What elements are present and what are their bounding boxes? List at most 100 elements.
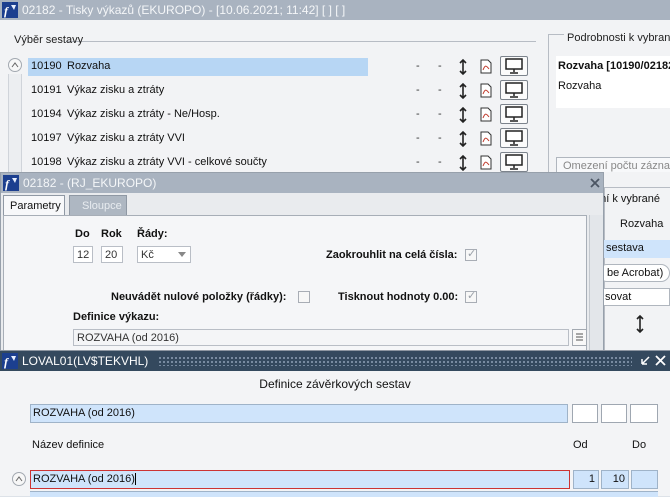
- report-row-10190[interactable]: 10190 Rozvaha: [28, 58, 368, 76]
- pdf-icon[interactable]: [480, 83, 492, 98]
- text-cursor: [134, 473, 136, 486]
- scroll-up-button[interactable]: [12, 472, 26, 486]
- report-selection-window: f 02182 - Tisky výkazů (EKUROPO) - [10.0…: [0, 0, 670, 180]
- preview-button[interactable]: [500, 56, 528, 76]
- details-label-2: Rozvaha: [620, 218, 664, 230]
- row-dash: -: [438, 156, 442, 168]
- units-select[interactable]: Kč: [137, 246, 191, 263]
- lov-result-row[interactable]: ROZVAHA (od 2016): [30, 470, 570, 489]
- report-row-10194[interactable]: 10194 Výkaz zisku a ztráty - Ne/Hosp.: [28, 106, 368, 124]
- report-code: 10191: [31, 84, 62, 96]
- lov-result-extra[interactable]: [631, 470, 658, 489]
- print-zero-checkbox[interactable]: [465, 289, 477, 303]
- section-title-details: Podrobnosti k vybranému: [564, 32, 670, 44]
- preview-button[interactable]: [500, 80, 528, 100]
- monitor-icon: [505, 58, 523, 74]
- lov-result-to[interactable]: 10: [601, 470, 629, 489]
- row-dash: -: [438, 108, 442, 120]
- column-header-to: Do: [632, 439, 647, 451]
- column-header-name: Název definice: [32, 439, 105, 451]
- chevron-down-icon: [178, 252, 186, 257]
- row-dash: -: [438, 60, 442, 72]
- scroll-up-button[interactable]: [8, 58, 22, 72]
- skip-zero-checkbox[interactable]: [298, 291, 310, 303]
- monitor-icon: [505, 82, 523, 98]
- move-vertical-icon[interactable]: [458, 106, 468, 124]
- move-vertical-icon[interactable]: [458, 58, 468, 76]
- monitor-icon: [505, 154, 523, 170]
- minimize-icon[interactable]: [640, 355, 651, 366]
- move-vertical-icon[interactable]: [458, 82, 468, 100]
- report-definition-field[interactable]: ROZVAHA (od 2016): [73, 329, 569, 346]
- label-skip-zero: Neuvádět nulové položky (řádky):: [111, 291, 287, 303]
- label-radky: Řády:: [137, 228, 168, 240]
- report-code: 10190: [31, 60, 62, 72]
- report-row-10198[interactable]: 10198 Výkaz zisku a ztráty VVI - celkové…: [28, 154, 368, 172]
- lov-result-name: ROZVAHA (od 2016): [33, 473, 135, 485]
- move-vertical-icon[interactable]: [634, 314, 646, 334]
- row-dash: -: [416, 132, 420, 144]
- parameters-window: f 02182 - (RJ_EKUROPO) Parametry Sloupce…: [0, 172, 604, 352]
- row-dash: -: [416, 156, 420, 168]
- lov-filter-box-3[interactable]: [630, 404, 658, 423]
- lov-filter-box-1[interactable]: [572, 404, 598, 423]
- label-report-definition: Definice výkazu:: [73, 311, 160, 323]
- list-of-values-button[interactable]: [572, 329, 587, 346]
- pdf-icon[interactable]: [480, 59, 492, 74]
- close-icon[interactable]: [589, 177, 601, 189]
- preview-button[interactable]: [500, 104, 528, 124]
- report-row-10191[interactable]: 10191 Výkaz zisku a ztráty: [28, 82, 368, 100]
- app-logo-icon: f: [2, 353, 18, 369]
- panel-scrollbar[interactable]: [589, 215, 603, 351]
- window-title: 02182 - (RJ_EKUROPO): [23, 176, 157, 190]
- preview-button[interactable]: [500, 128, 528, 148]
- list-icon: [576, 333, 583, 341]
- lov-next-row[interactable]: [30, 491, 658, 497]
- monitor-icon: [505, 130, 523, 146]
- move-vertical-icon[interactable]: [458, 154, 468, 172]
- lov-heading: Definice závěrkových sestav: [259, 377, 411, 391]
- list-scrollbar-track[interactable]: [8, 74, 22, 174]
- app-logo-icon: f: [3, 175, 19, 191]
- report-code: 10194: [31, 108, 62, 120]
- tab-columns[interactable]: Sloupce: [69, 195, 127, 215]
- move-vertical-icon[interactable]: [458, 130, 468, 148]
- title-drag-area[interactable]: [158, 356, 632, 366]
- units-select-value: Kč: [141, 249, 154, 261]
- report-name: Rozvaha: [67, 60, 111, 72]
- report-name: Výkaz zisku a ztráty: [67, 84, 165, 96]
- row-dash: -: [416, 108, 420, 120]
- close-icon[interactable]: [655, 355, 666, 366]
- year-field[interactable]: 20: [101, 246, 123, 263]
- preview-button[interactable]: [500, 152, 528, 172]
- list-of-values-window: f LOVAL01(LV$TEKVHL) Definice závěrkovýc…: [0, 350, 670, 497]
- row-dash: -: [416, 84, 420, 96]
- window-title: LOVAL01(LV$TEKVHL): [22, 354, 149, 368]
- window-title-bar: f 02182 - (RJ_EKUROPO): [1, 173, 603, 193]
- chevron-up-icon: [15, 476, 23, 482]
- details-title: Rozvaha [10190/02182]: [558, 60, 670, 72]
- pdf-icon[interactable]: [480, 131, 492, 146]
- row-dash: -: [416, 60, 420, 72]
- output-format-select[interactable]: be Acrobat): [598, 264, 670, 282]
- row-dash: -: [438, 84, 442, 96]
- report-code: 10198: [31, 156, 62, 168]
- window-title: 02182 - Tisky výkazů (EKUROPO) - [10.06.…: [22, 3, 346, 17]
- lov-search-field[interactable]: ROZVAHA (od 2016): [30, 404, 568, 423]
- row-dash: -: [438, 132, 442, 144]
- section-title-report-selection: Výběr sestavy: [14, 34, 84, 46]
- action-select[interactable]: sovat: [600, 288, 670, 306]
- report-row-10197[interactable]: 10197 Výkaz zisku a ztráty VVI: [28, 130, 368, 148]
- section-divider: [66, 41, 536, 42]
- lov-result-from[interactable]: 1: [573, 470, 599, 489]
- label-rok: Rok: [101, 228, 122, 240]
- pdf-icon[interactable]: [480, 155, 492, 170]
- pdf-icon[interactable]: [480, 107, 492, 122]
- tab-parameters[interactable]: Parametry: [3, 195, 65, 215]
- window-title-bar: f 02182 - Tisky výkazů (EKUROPO) - [10.0…: [0, 0, 670, 20]
- round-checkbox[interactable]: [465, 247, 477, 261]
- report-name: Výkaz zisku a ztráty VVI - celkové součt…: [67, 156, 267, 168]
- month-field[interactable]: 12: [73, 246, 93, 263]
- lov-filter-box-2[interactable]: [601, 404, 627, 423]
- report-name: Výkaz zisku a ztráty - Ne/Hosp.: [67, 108, 220, 120]
